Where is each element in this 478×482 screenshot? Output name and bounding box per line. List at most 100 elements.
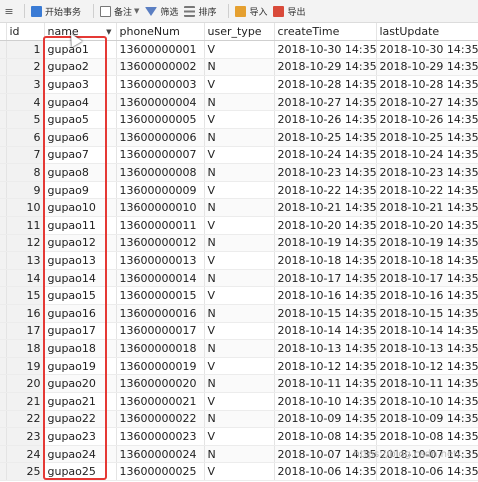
table-row[interactable]: 5gupao513600000005V2018-10-26 14:35:0201… (0, 110, 478, 130)
cell-user-type[interactable]: N (204, 198, 275, 218)
cell-phonenum[interactable]: 13600000014 (116, 269, 205, 288)
cell-name[interactable]: gupao1 (44, 40, 117, 59)
table-row[interactable]: 9gupao913600000009V2018-10-22 14:35:0201… (0, 181, 478, 200)
cell-user-type[interactable]: N (204, 374, 275, 393)
table-row[interactable]: 20gupao2013600000020N2018-10-11 14:35:02… (0, 374, 478, 393)
table-row[interactable]: 4gupao413600000004N2018-10-27 14:35:0201… (0, 93, 478, 112)
cell-lastupdate[interactable]: 2018-10-24 14:35:0 (376, 146, 478, 165)
cell-lastupdate[interactable]: 2018-10-20 14:35:0 (376, 216, 478, 235)
cell-createtime[interactable]: 2018-10-28 14:35:0 (274, 75, 377, 94)
sort-desc-icon[interactable]: ▼ (106, 28, 111, 36)
cell-createtime[interactable]: 2018-10-21 14:35:0 (274, 198, 377, 218)
cell-phonenum[interactable]: 13600000010 (116, 198, 205, 218)
table-row[interactable]: 2gupao213600000002N2018-10-29 14:35:0201… (0, 58, 478, 77)
cell-name[interactable]: gupao9 (44, 181, 117, 200)
table-row[interactable]: 21gupao2113600000021V2018-10-10 14:35:02… (0, 392, 478, 411)
cell-user-type[interactable]: N (204, 304, 275, 323)
cell-phonenum[interactable]: 13600000016 (116, 304, 205, 323)
cell-user-type[interactable]: N (204, 410, 275, 429)
cell-user-type[interactable]: V (204, 322, 275, 341)
cell-lastupdate[interactable]: 2018-10-30 14:35:0 (376, 40, 478, 59)
cell-id[interactable]: 2 (6, 58, 45, 77)
cell-user-type[interactable]: N (204, 445, 275, 464)
cell-lastupdate[interactable]: 2018-10-26 14:35:0 (376, 110, 478, 130)
cell-name[interactable]: gupao15 (44, 286, 117, 305)
cell-user-type[interactable]: V (204, 357, 275, 376)
cell-createtime[interactable]: 2018-10-09 14:35:0 (274, 410, 377, 429)
cell-user-type[interactable]: V (204, 427, 275, 446)
cell-phonenum[interactable]: 13600000003 (116, 75, 205, 94)
cell-createtime[interactable]: 2018-10-06 14:35:0 (274, 462, 377, 481)
cell-lastupdate[interactable]: 2018-10-17 14:35:0 (376, 269, 478, 288)
cell-phonenum[interactable]: 13600000021 (116, 392, 205, 411)
cell-id[interactable]: 19 (6, 357, 45, 376)
cell-user-type[interactable]: V (204, 251, 275, 270)
cell-createtime[interactable]: 2018-10-24 14:35:0 (274, 146, 377, 165)
table-row[interactable]: 7gupao713600000007V2018-10-24 14:35:0201… (0, 146, 478, 165)
cell-createtime[interactable]: 2018-10-18 14:35:0 (274, 251, 377, 270)
cell-createtime[interactable]: 2018-10-25 14:35:0 (274, 128, 377, 147)
cell-user-type[interactable]: V (204, 181, 275, 200)
cell-phonenum[interactable]: 13600000017 (116, 322, 205, 341)
cell-phonenum[interactable]: 13600000011 (116, 216, 205, 235)
cell-user-type[interactable]: V (204, 40, 275, 59)
cell-createtime[interactable]: 2018-10-26 14:35:0 (274, 110, 377, 130)
table-row[interactable]: 23gupao2313600000023V2018-10-08 14:35:02… (0, 427, 478, 446)
table-row[interactable]: 13gupao1313600000013V2018-10-18 14:35:02… (0, 251, 478, 270)
table-row[interactable]: 16gupao1613600000016N2018-10-15 14:35:02… (0, 304, 478, 323)
cell-id[interactable]: 15 (6, 286, 45, 305)
cell-name[interactable]: gupao8 (44, 163, 117, 182)
cell-phonenum[interactable]: 13600000007 (116, 146, 205, 165)
cell-createtime[interactable]: 2018-10-17 14:35:0 (274, 269, 377, 288)
cell-id[interactable]: 21 (6, 392, 45, 411)
chevron-down-icon[interactable]: ▼ (134, 7, 139, 15)
cell-user-type[interactable]: V (204, 392, 275, 411)
cell-name[interactable]: gupao22 (44, 410, 117, 429)
cell-phonenum[interactable]: 13600000019 (116, 357, 205, 376)
cell-id[interactable]: 23 (6, 427, 45, 446)
cell-id[interactable]: 24 (6, 445, 45, 464)
cell-name[interactable]: gupao12 (44, 234, 117, 253)
cell-createtime[interactable]: 2018-10-11 14:35:0 (274, 374, 377, 393)
cell-createtime[interactable]: 2018-10-27 14:35:0 (274, 93, 377, 112)
cell-name[interactable]: gupao23 (44, 427, 117, 446)
cell-id[interactable]: 7 (6, 146, 45, 165)
cell-phonenum[interactable]: 13600000020 (116, 374, 205, 393)
cell-lastupdate[interactable]: 2018-10-23 14:35:0 (376, 163, 478, 182)
cell-lastupdate[interactable]: 2018-10-16 14:35:0 (376, 286, 478, 305)
cell-user-type[interactable]: N (204, 163, 275, 182)
table-row[interactable]: 17gupao1713600000017V2018-10-14 14:35:02… (0, 322, 478, 341)
cell-phonenum[interactable]: 13600000009 (116, 181, 205, 200)
cell-name[interactable]: gupao4 (44, 93, 117, 112)
cell-createtime[interactable]: 2018-10-15 14:35:0 (274, 304, 377, 323)
cell-id[interactable]: 5 (6, 110, 45, 130)
column-header-user-type[interactable]: user_type (204, 23, 275, 42)
cell-phonenum[interactable]: 13600000025 (116, 462, 205, 481)
cell-lastupdate[interactable]: 2018-10-28 14:35:0 (376, 75, 478, 94)
cell-name[interactable]: gupao21 (44, 392, 117, 411)
import-button[interactable]: 导入 (235, 5, 267, 18)
cell-createtime[interactable]: 2018-10-30 14:35:0 (274, 40, 377, 59)
cell-lastupdate[interactable]: 2018-10-29 14:35:0 (376, 58, 478, 77)
table-row[interactable]: 22gupao2213600000022N2018-10-09 14:35:02… (0, 410, 478, 429)
cell-lastupdate[interactable]: 2018-10-14 14:35:0 (376, 322, 478, 341)
cell-user-type[interactable]: N (204, 93, 275, 112)
cell-name[interactable]: gupao18 (44, 339, 117, 358)
cell-id[interactable]: 12 (6, 234, 45, 253)
cell-lastupdate[interactable]: 2018-10-13 14:35:0 (376, 339, 478, 358)
cell-id[interactable]: 10 (6, 198, 45, 218)
cell-name[interactable]: gupao24 (44, 445, 117, 464)
cell-name[interactable]: gupao7 (44, 146, 117, 165)
cell-lastupdate[interactable]: 2018-10-18 14:35:0 (376, 251, 478, 270)
cell-id[interactable]: 14 (6, 269, 45, 288)
cell-createtime[interactable]: 2018-10-20 14:35:0 (274, 216, 377, 235)
cell-lastupdate[interactable]: 2018-10-09 14:35:0 (376, 410, 478, 429)
cell-phonenum[interactable]: 13600000008 (116, 163, 205, 182)
cell-phonenum[interactable]: 13600000006 (116, 128, 205, 147)
cell-phonenum[interactable]: 13600000012 (116, 234, 205, 253)
cell-id[interactable]: 25 (6, 462, 45, 481)
cell-name[interactable]: gupao3 (44, 75, 117, 94)
cell-user-type[interactable]: N (204, 339, 275, 358)
cell-id[interactable]: 3 (6, 75, 45, 94)
cell-id[interactable]: 18 (6, 339, 45, 358)
